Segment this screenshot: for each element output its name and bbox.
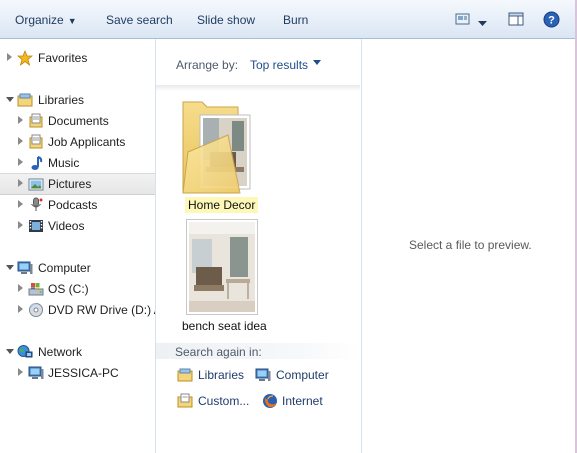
search-location-label: Computer <box>276 368 329 382</box>
search-internet-link[interactable]: Internet <box>262 393 342 411</box>
nav-item-label: DVD RW Drive (D:) A <box>48 303 156 317</box>
collapse-arrow-icon[interactable] <box>6 265 14 270</box>
firefox-icon <box>262 393 278 409</box>
nav-item-favorites[interactable]: Favorites <box>0 48 155 68</box>
film-strip-icon <box>28 218 44 234</box>
star-icon <box>16 49 34 67</box>
file-item-home-decor[interactable]: Home Decor <box>180 97 270 215</box>
expand-arrow-icon[interactable] <box>18 137 23 145</box>
network-globe-icon <box>17 344 33 360</box>
preview-pane-icon[interactable] <box>508 11 524 30</box>
search-location-label: Libraries <box>198 368 245 382</box>
nav-item-label: Videos <box>48 219 85 233</box>
nav-item-os-drive[interactable]: OS (C:) <box>0 279 155 299</box>
podcast-microphone-icon <box>28 197 44 213</box>
image-thumbnail <box>186 219 258 315</box>
computer-icon <box>255 367 271 383</box>
expand-arrow-icon[interactable] <box>18 179 23 187</box>
nav-item-documents[interactable]: Documents <box>0 111 155 131</box>
search-again-label: Search again in: <box>175 345 262 359</box>
libraries-icon <box>177 367 193 383</box>
expand-arrow-icon[interactable] <box>18 284 23 292</box>
arrange-by-dropdown[interactable]: Top results <box>250 58 308 72</box>
divider <box>156 85 360 91</box>
documents-icon <box>28 113 44 129</box>
command-bar: Organize ▼ Save search Slide show Burn ? <box>0 0 577 39</box>
collapse-arrow-icon[interactable] <box>6 349 14 354</box>
file-item-bench-seat-idea[interactable]: bench seat idea <box>174 217 274 335</box>
nav-item-label: Network <box>38 345 83 359</box>
documents-icon <box>28 134 44 150</box>
slide-show-button[interactable]: Slide show <box>197 13 255 27</box>
expand-arrow-icon[interactable] <box>18 221 23 229</box>
navigation-pane: Favorites Libraries Documents Job Applic… <box>0 39 156 453</box>
nav-item-videos[interactable]: Videos <box>0 216 155 236</box>
nav-item-computer[interactable]: Computer <box>0 258 155 278</box>
nav-item-label: Favorites <box>38 51 88 65</box>
libraries-icon <box>17 92 33 108</box>
nav-item-label: Job Applicants <box>48 135 126 149</box>
nav-item-label: Documents <box>48 114 109 128</box>
nav-item-job-applicants[interactable]: Job Applicants <box>0 132 155 152</box>
nav-item-music[interactable]: Music <box>0 153 155 173</box>
nav-item-libraries[interactable]: Libraries <box>0 90 155 110</box>
expand-arrow-icon[interactable] <box>18 305 23 313</box>
pictures-icon <box>28 176 44 192</box>
computer-icon <box>17 260 33 276</box>
help-icon[interactable]: ? <box>543 11 560 31</box>
search-libraries-link[interactable]: Libraries <box>177 367 257 385</box>
nav-item-podcasts[interactable]: Podcasts <box>0 195 155 215</box>
nav-item-jessica-pc[interactable]: JESSICA-PC <box>0 363 155 383</box>
expand-arrow-icon[interactable] <box>18 368 23 376</box>
search-computer-link[interactable]: Computer <box>255 367 345 385</box>
chevron-down-icon[interactable] <box>313 60 321 65</box>
expand-arrow-icon[interactable] <box>18 116 23 124</box>
views-icon[interactable] <box>455 11 471 30</box>
computer-icon <box>28 365 44 381</box>
nav-item-label: OS (C:) <box>48 282 89 296</box>
search-location-label: Custom... <box>198 394 250 408</box>
nav-item-pictures[interactable]: Pictures <box>0 173 155 195</box>
nav-item-label: JESSICA-PC <box>48 366 119 380</box>
dvd-drive-icon <box>28 302 44 318</box>
nav-item-label: Computer <box>38 261 91 275</box>
svg-text:?: ? <box>548 15 555 27</box>
music-note-icon <box>28 155 44 171</box>
views-dropdown-chevron-down-icon[interactable] <box>478 16 487 30</box>
save-search-button[interactable]: Save search <box>106 13 173 27</box>
preview-pane: Select a file to preview. <box>361 39 577 453</box>
organize-label: Organize <box>15 13 64 27</box>
nav-item-label: Libraries <box>38 93 85 107</box>
nav-item-label: Podcasts <box>48 198 98 212</box>
nav-item-network[interactable]: Network <box>0 342 155 362</box>
search-custom-link[interactable]: Custom... <box>177 393 257 411</box>
expand-arrow-icon[interactable] <box>7 53 12 61</box>
file-item-label: Home Decor <box>185 197 259 213</box>
burn-button[interactable]: Burn <box>283 13 308 27</box>
search-location-label: Internet <box>282 394 323 408</box>
nav-item-label: Pictures <box>48 177 92 191</box>
file-item-label: bench seat idea <box>182 319 267 333</box>
hard-drive-icon <box>28 281 44 297</box>
preview-message: Select a file to preview. <box>409 238 532 252</box>
file-list-pane: Arrange by: Top results Home Decor bench… <box>156 39 360 453</box>
collapse-arrow-icon[interactable] <box>6 97 14 102</box>
arrange-by-label: Arrange by: <box>176 58 239 72</box>
folder-icon <box>182 101 251 194</box>
organize-button[interactable]: Organize ▼ <box>15 13 77 27</box>
custom-folder-icon <box>177 393 193 409</box>
expand-arrow-icon[interactable] <box>18 200 23 208</box>
nav-item-label: Music <box>48 156 80 170</box>
nav-item-dvd-drive[interactable]: DVD RW Drive (D:) A <box>0 300 155 320</box>
chevron-down-icon: ▼ <box>67 16 77 26</box>
expand-arrow-icon[interactable] <box>18 158 23 166</box>
